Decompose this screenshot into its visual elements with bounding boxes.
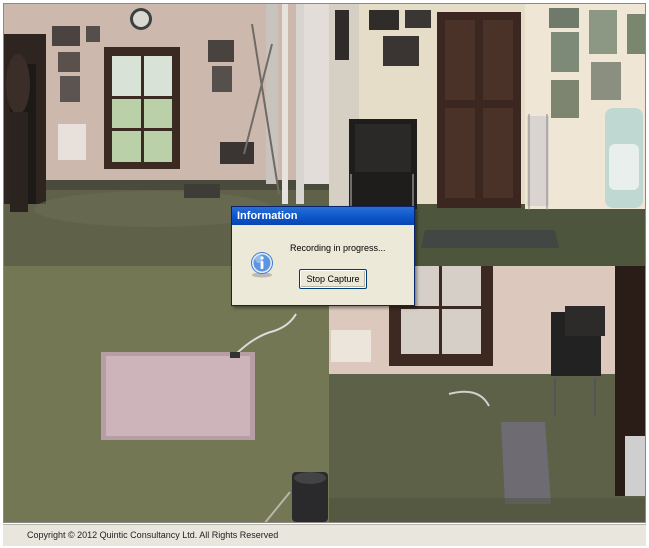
dialog-message: Recording in progress... <box>290 243 386 253</box>
status-bar: Copyright © 2012 Quintic Consultancy Ltd… <box>3 524 646 546</box>
information-dialog: Information Recording in progress... Sto… <box>231 206 415 306</box>
dialog-title: Information <box>232 207 414 225</box>
info-icon <box>248 250 276 278</box>
copyright-text: Copyright © 2012 Quintic Consultancy Ltd… <box>27 530 279 540</box>
stop-capture-button[interactable]: Stop Capture <box>299 269 367 289</box>
